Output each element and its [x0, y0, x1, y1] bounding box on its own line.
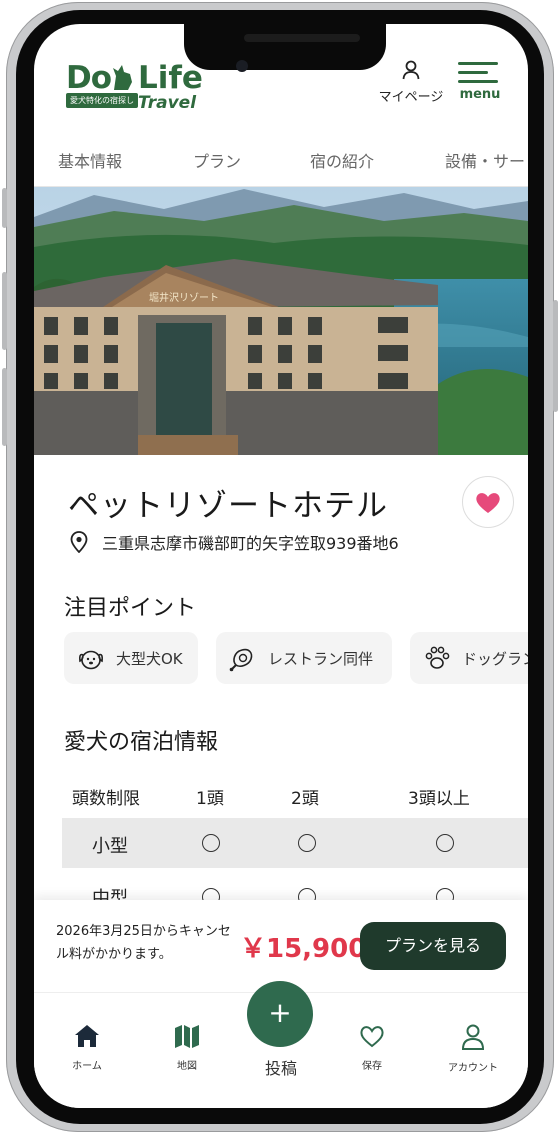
row-size-small: 小型: [92, 836, 128, 857]
favorite-button[interactable]: [462, 476, 514, 528]
highlights-title: 注目ポイント: [64, 596, 197, 621]
app-screen: Do Life 愛犬特化の宿探し Travel マイページ menu 基本情報 …: [34, 24, 528, 1108]
mypage-button[interactable]: マイページ: [378, 60, 444, 105]
meat-icon: [229, 648, 253, 672]
nav-label: 地図: [177, 1061, 197, 1072]
chip-dog-run[interactable]: ドッグラン: [410, 632, 528, 684]
availability-circle-icon: [298, 834, 316, 852]
volume-down-button: [2, 368, 7, 446]
nav-map[interactable]: 地図: [147, 1023, 227, 1072]
account-icon: [461, 1024, 485, 1050]
header-two-dogs: 2頭: [291, 789, 319, 809]
mute-switch: [2, 188, 7, 228]
chip-restaurant-with-dog[interactable]: レストラン同伴: [216, 632, 392, 684]
logo-life-text: Life: [138, 60, 203, 96]
paw-icon: [425, 646, 450, 669]
chip-label: 大型犬OK: [116, 649, 183, 668]
tab-basic-info[interactable]: 基本情報: [58, 148, 122, 172]
logo-travel-text: Travel: [138, 93, 197, 113]
map-icon: [175, 1025, 199, 1048]
booking-bar: 2026年3月25日からキャンセル料がかかります。 ￥15,900 プランを見る: [34, 900, 528, 992]
hotel-name: ペットリゾートホテル: [68, 488, 388, 524]
highlight-chips: 大型犬OK レストラン同伴 ドッグラン: [64, 632, 528, 688]
speaker-grille: [244, 34, 360, 42]
nav-label: ホーム: [72, 1061, 102, 1072]
menu-button[interactable]: menu: [458, 60, 502, 102]
location-pin-icon: [70, 531, 88, 553]
nav-account[interactable]: アカウント: [433, 1023, 513, 1074]
nav-saved[interactable]: 保存: [332, 1023, 412, 1072]
section-tabs: 基本情報 プラン 宿の紹介 設備・サービス: [34, 136, 528, 187]
mypage-label: マイページ: [378, 90, 444, 105]
availability-circle-icon: [436, 834, 454, 852]
nav-home[interactable]: ホーム: [47, 1023, 127, 1072]
user-icon: [402, 60, 420, 80]
power-button: [553, 300, 558, 412]
view-plans-button[interactable]: プランを見る: [360, 922, 506, 970]
logo-tagline: 愛犬特化の宿探し: [66, 93, 138, 108]
post-label: 投稿: [264, 1059, 297, 1078]
menu-label: menu: [459, 87, 501, 102]
building-sign: 堀井沢リゾート: [149, 291, 219, 304]
hotel-hero-image[interactable]: 堀井沢リゾート: [34, 187, 528, 455]
front-camera: [236, 60, 248, 72]
volume-up-button: [2, 272, 7, 350]
tab-plans[interactable]: プラン: [193, 148, 241, 172]
heart-filled-icon: [476, 493, 500, 513]
dog-silhouette-icon: [113, 65, 132, 90]
price: ￥15,900: [240, 934, 367, 964]
tab-introduction[interactable]: 宿の紹介: [310, 148, 374, 172]
header-one-dog: 1頭: [196, 789, 224, 809]
nav-label: 保存: [362, 1061, 382, 1072]
stay-info-title: 愛犬の宿泊情報: [64, 730, 219, 755]
table-row: 小型: [62, 818, 528, 868]
post-button[interactable]: +: [247, 981, 313, 1047]
logo-do-text: Do: [66, 60, 112, 96]
hotel-address: 三重県志摩市磯部町的矢字笠取939番地6: [102, 534, 399, 553]
heart-icon: [360, 1026, 384, 1048]
notch: [184, 24, 386, 70]
dolife-logo[interactable]: Do Life 愛犬特化の宿探し Travel: [66, 60, 203, 116]
bottom-navigation: ホーム 地図 + 投稿 保存 アカウント: [34, 981, 528, 1108]
availability-circle-icon: [202, 834, 220, 852]
hamburger-icon: [458, 60, 502, 83]
chip-large-dog-ok[interactable]: 大型犬OK: [64, 632, 198, 684]
nav-label: アカウント: [448, 1063, 498, 1074]
chip-label: レストラン同伴: [268, 649, 374, 668]
address-row: 三重県志摩市磯部町的矢字笠取939番地6: [70, 530, 399, 554]
cancellation-note: 2026年3月25日からキャンセル料がかかります。: [56, 924, 231, 962]
header-three-plus-dogs: 3頭以上: [408, 789, 470, 809]
chip-label: ドッグラン: [462, 649, 528, 668]
hotel-photo: 堀井沢リゾート: [34, 187, 528, 455]
tab-facilities[interactable]: 設備・サービス: [445, 148, 528, 172]
home-icon: [75, 1025, 99, 1047]
header-dog-limit: 頭数制限: [72, 789, 140, 809]
dog-face-icon: [79, 650, 103, 670]
